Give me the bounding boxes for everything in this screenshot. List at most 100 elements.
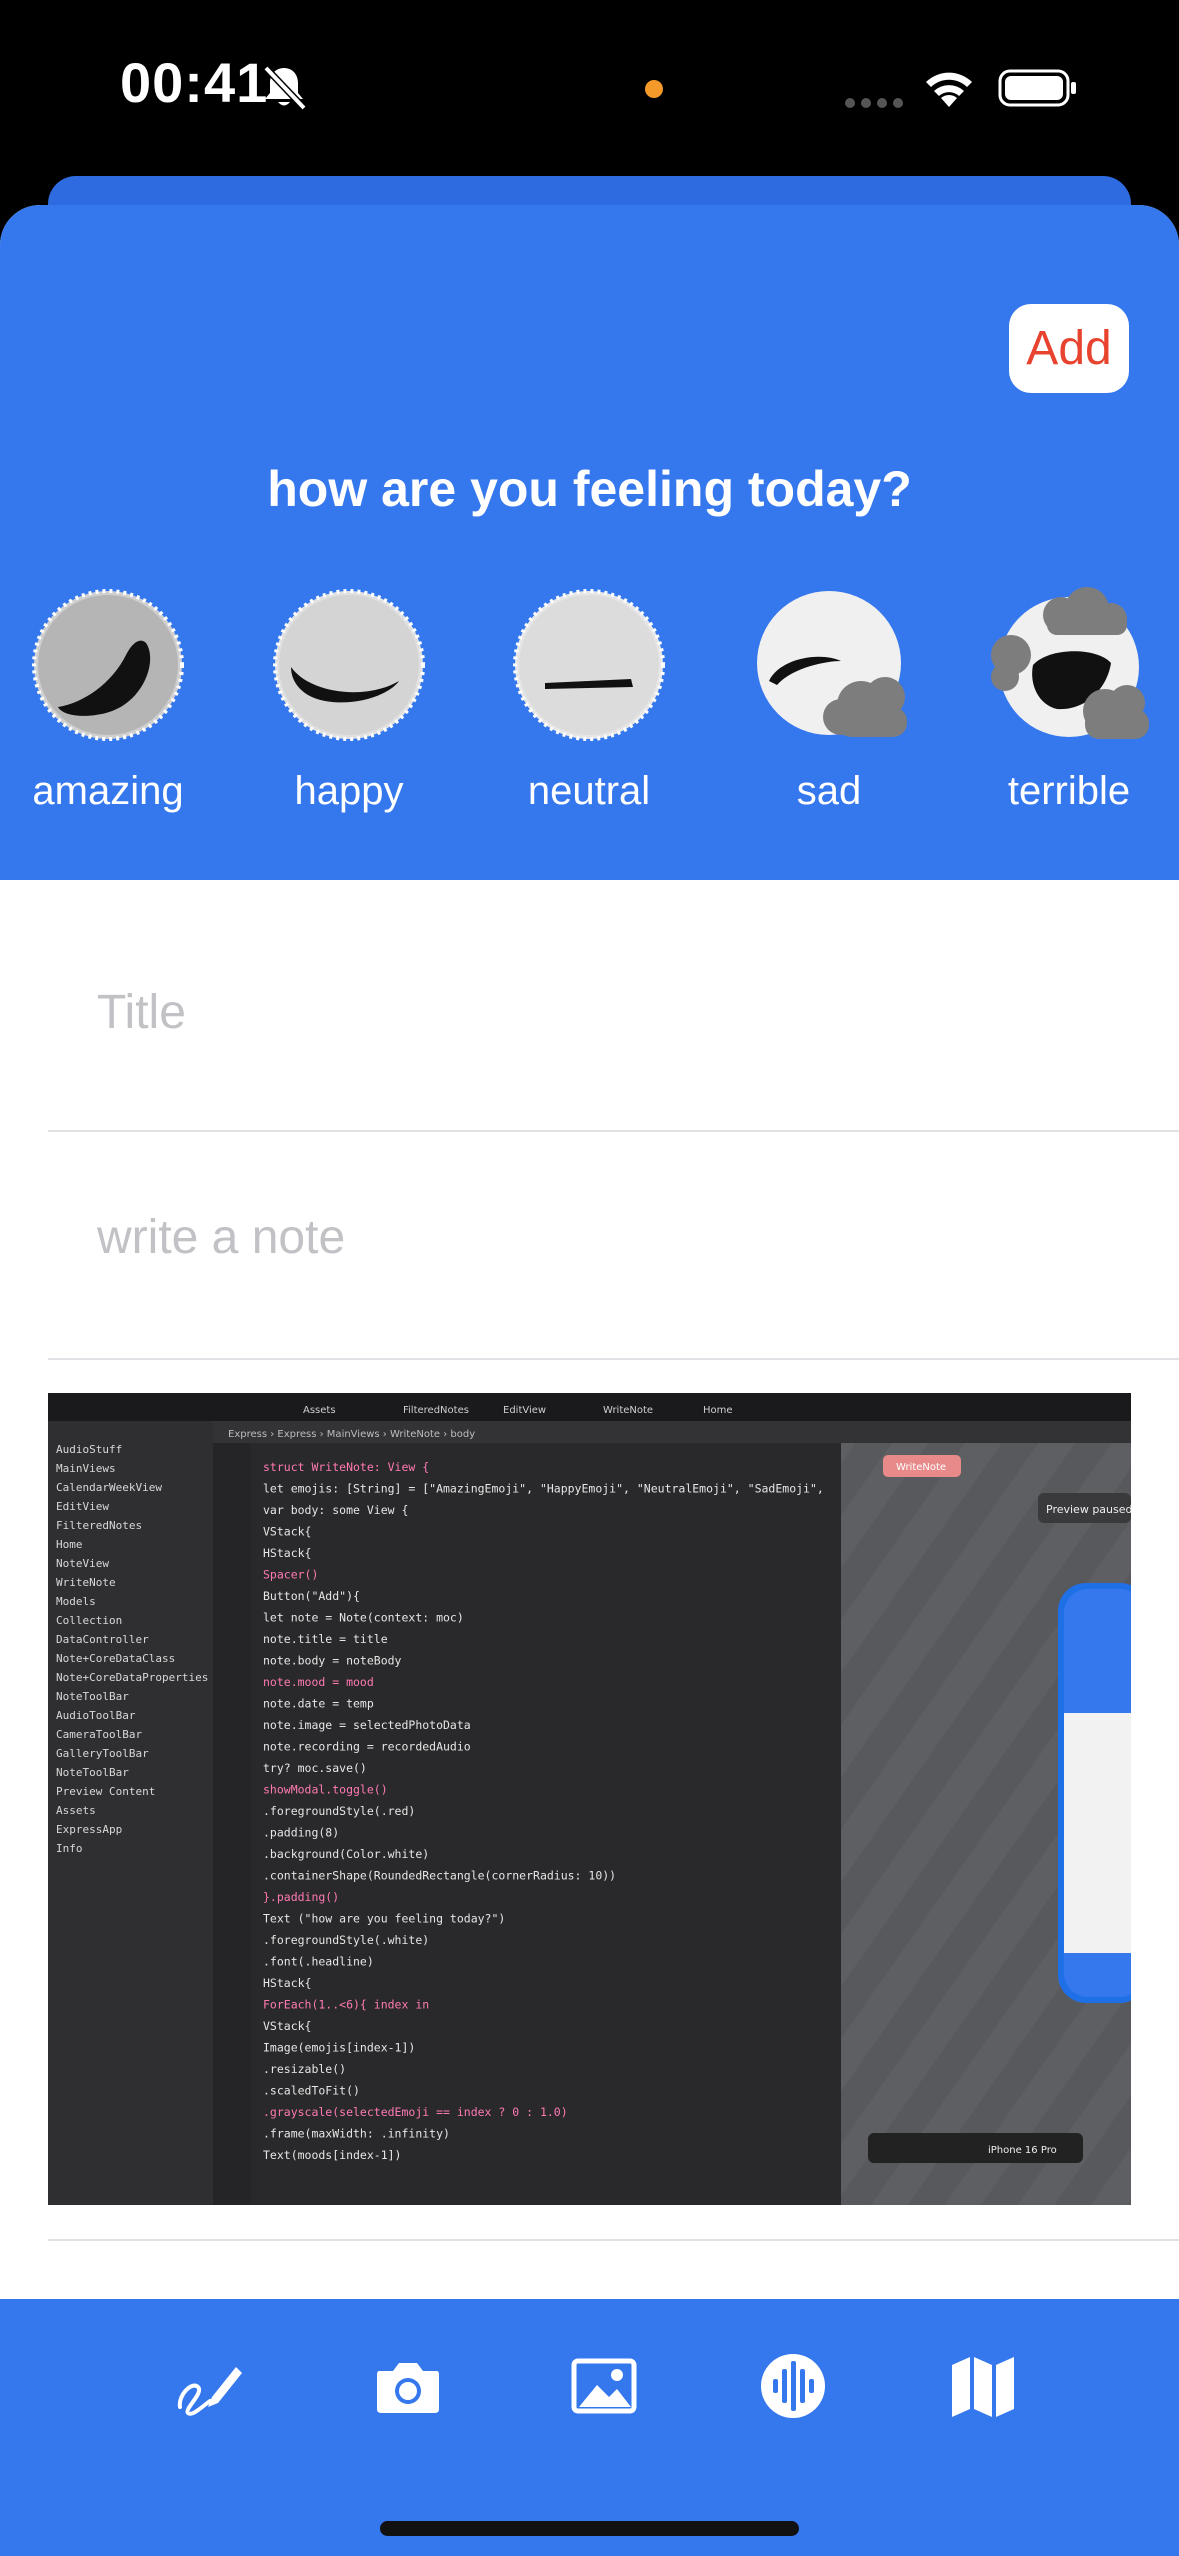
sidebar-file-item: GalleryToolBar [56,1747,149,1760]
code-line: VStack{ [263,2019,311,2033]
svg-text:Preview paused: Preview paused [1046,1503,1131,1516]
add-button[interactable]: Add [1009,304,1129,393]
svg-text:Express › Express › MainViews: Express › Express › MainViews › WriteNot… [228,1429,475,1440]
privacy-indicator [645,80,663,98]
code-line: var body: some View { [263,1503,408,1517]
divider [48,2239,1179,2241]
sidebar-file-item: Collection [56,1614,122,1627]
map-icon[interactable] [948,2351,1018,2421]
code-line: Text(moods[index-1]) [263,2148,401,2162]
code-line: HStack{ [263,1976,311,1990]
divider [48,1358,1179,1360]
battery-icon [998,69,1076,107]
code-line: note.mood = mood [263,1675,374,1689]
code-line: VStack{ [263,1525,311,1539]
sidebar-file-item: Models [56,1595,96,1608]
code-line: .foregroundStyle(.red) [263,1804,415,1818]
mood-label: terrible [1007,769,1131,813]
code-line: ForEach(1..<6){ index in [263,1998,429,2012]
sidebar-file-item: CalendarWeekView [56,1481,162,1494]
code-line: let note = Note(context: moc) [263,1611,464,1625]
code-line: Text ("how are you feeling today?") [263,1912,505,1926]
code-line: note.title = title [263,1632,388,1646]
mood-label: amazing [32,769,184,813]
sidebar-file-item: NoteToolBar [56,1766,129,1779]
mood-terrible[interactable]: terrible [969,585,1169,814]
sidebar-file-item: WriteNote [56,1576,116,1589]
code-line: Spacer() [263,1568,318,1582]
svg-text:WriteNote: WriteNote [896,1462,946,1473]
mood-happy[interactable]: happy [249,585,449,814]
mood-label: sad [796,769,862,813]
editor-tab: EditView [503,1405,546,1416]
code-line: .foregroundStyle(.white) [263,1933,429,1947]
code-line: .font(.headline) [263,1955,374,1969]
code-line: .grayscale(selectedEmoji == index ? 0 : … [263,2105,568,2119]
sidebar-file-item: Preview Content [56,1785,155,1798]
code-line: .frame(maxWidth: .infinity) [263,2127,450,2141]
code-line: .background(Color.white) [263,1847,429,1861]
code-line: .padding(8) [263,1826,339,1840]
sidebar-file-item: Home [56,1538,83,1551]
divider [48,1130,1179,1132]
wifi-icon [926,72,972,107]
sidebar-file-item: Assets [56,1804,96,1817]
pen-scribble-icon[interactable] [174,2351,244,2421]
amazing-emoji-icon [32,589,184,741]
sidebar-file-item: CameraToolBar [56,1728,142,1741]
code-line: struct WriteNote: View { [263,1460,429,1474]
code-line: try? moc.save() [263,1761,367,1775]
happy-emoji-icon [273,589,425,741]
code-line: Button("Add"){ [263,1589,360,1603]
code-line: note.date = temp [263,1697,374,1711]
sidebar-file-item: FilteredNotes [56,1519,142,1532]
photo-icon[interactable] [569,2351,639,2421]
title-field[interactable]: Title [97,985,186,1040]
sidebar-file-item: DataController [56,1633,149,1646]
bell-slash-icon [263,65,307,111]
neutral-emoji-icon [513,589,665,741]
editor-tab: WriteNote [603,1405,653,1416]
mood-amazing[interactable]: amazing [8,585,208,814]
code-line: .scaledToFit() [263,2084,360,2098]
sidebar-file-item: AudioStuff [56,1443,122,1456]
write-note-sheet: Add how are you feeling today? amazing h… [0,205,1179,2556]
cellular-signal-icon [845,95,909,113]
sidebar-file-item: Note+CoreDataClass [56,1652,175,1665]
mood-label: happy [294,769,404,813]
code-editor-photo: AudioStuff MainViews CalendarWeekView EditV… [48,1393,1131,2205]
attached-photo[interactable]: AudioStuff MainViews CalendarWeekView EditV… [48,1393,1131,2205]
code-line: showModal.toggle() [263,1783,388,1797]
status-bar: 00:41 [0,0,1179,175]
waveform-icon[interactable] [758,2351,828,2421]
sidebar-file-item: Info [56,1842,83,1855]
sidebar-file-item: EditView [56,1500,109,1513]
code-line: Image(emojis[index-1]) [263,2041,415,2055]
mood-header: Add how are you feeling today? amazing h… [0,205,1179,880]
code-line: note.image = selectedPhotoData [263,1718,471,1732]
mood-sad[interactable]: sad [729,585,929,814]
editor-tab: Assets [303,1405,336,1416]
code-line: }.padding() [263,1890,339,1904]
sidebar-file-item: NoteToolBar [56,1690,129,1703]
code-line: note.body = noteBody [263,1654,402,1668]
editor-tab: FilteredNotes [403,1405,469,1416]
sidebar-file-item: MainViews [56,1462,116,1475]
code-line: note.recording = recordedAudio [263,1740,471,1754]
mood-neutral[interactable]: neutral [489,585,689,814]
sidebar-file-item: NoteView [56,1557,109,1570]
sidebar-file-item: Note+CoreDataProperties [56,1671,208,1684]
camera-icon[interactable] [373,2351,443,2421]
note-toolbar [0,2299,1179,2556]
sidebar-file-item: ExpressApp [56,1823,122,1836]
code-line: HStack{ [263,1546,311,1560]
mood-label: neutral [527,769,651,813]
code-line: let emojis: [String] = ["AmazingEmoji", … [263,1482,824,1496]
code-line: .containerShape(RoundedRectangle(cornerR… [263,1869,616,1883]
code-line: .resizable() [263,2062,346,2076]
svg-text:iPhone 16 Pro: iPhone 16 Pro [988,2145,1057,2156]
status-time: 00:41 [120,51,269,114]
sidebar-file-item: AudioToolBar [56,1709,136,1722]
sad-emoji-icon [757,591,907,737]
note-field[interactable]: write a note [97,1210,345,1265]
